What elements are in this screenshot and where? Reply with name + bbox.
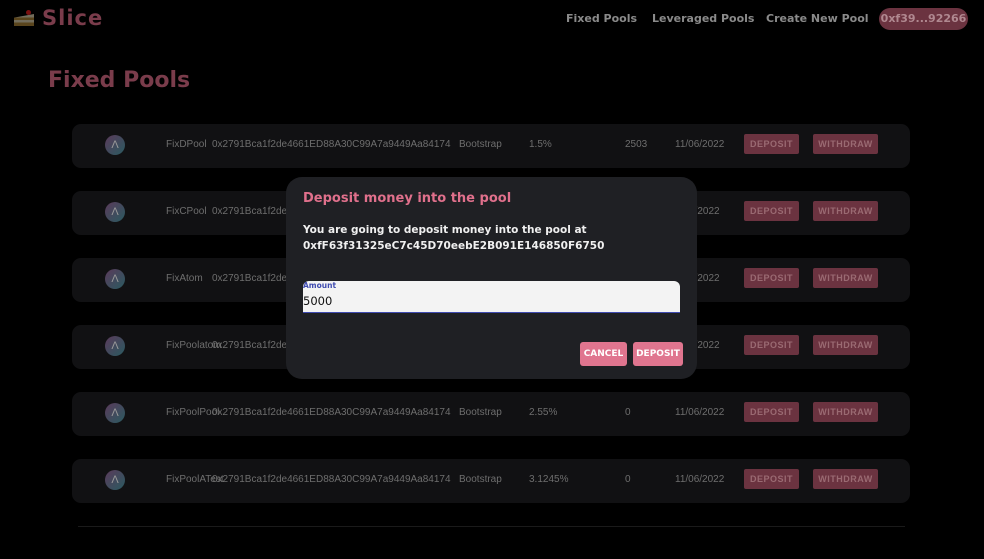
nav-create-new-pool[interactable]: Create New Pool (766, 12, 869, 25)
pool-name: FixCPool (166, 206, 207, 217)
nav-leveraged-pools[interactable]: Leveraged Pools (652, 12, 754, 25)
wallet-button[interactable]: 0xf39...92266 (879, 8, 968, 30)
page-title: Fixed Pools (48, 68, 191, 93)
deposit-button[interactable]: DEPOSIT (744, 201, 799, 221)
pool-rate: 3.1245% (529, 474, 569, 485)
pool-address: 0x2791Bca1f2de (212, 206, 288, 217)
withdraw-button[interactable]: WITHDRAW (813, 134, 878, 154)
brand-name: Slice (42, 6, 104, 30)
pool-token-icon: Λ (105, 403, 125, 423)
amount-field[interactable]: Amount (303, 281, 680, 313)
pool-token-icon: Λ (105, 202, 125, 222)
dialog-text: You are going to deposit money into the … (303, 222, 604, 254)
pool-count: 0 (625, 407, 631, 418)
pool-row: Λ FixPoolATest 0x2791Bca1f2de4661ED88A30C9… (72, 459, 910, 503)
pool-count: 0 (625, 474, 631, 485)
dialog-message: You are going to deposit money into the … (303, 224, 587, 236)
pool-address: 0xfF63f31325eC7c45D70eebE2B091E146850F67… (303, 240, 605, 252)
cancel-button[interactable]: CANCEL (580, 342, 627, 366)
pool-type: Bootstrap (459, 407, 502, 418)
deposit-dialog: Deposit money into the pool You are goin… (286, 177, 697, 379)
pool-address: 0x2791Bca1f2de4661ED88A30C99A7a9449Aa841… (212, 139, 451, 150)
pool-address: 0x2791Bca1f2de4661ED88A30C99A7a9449Aa841… (212, 474, 451, 485)
pool-token-icon: Λ (105, 336, 125, 356)
pool-type: Bootstrap (459, 139, 502, 150)
nav-fixed-pools[interactable]: Fixed Pools (566, 12, 637, 25)
pool-token-icon: Λ (105, 135, 125, 155)
pool-rate: 1.5% (529, 139, 552, 150)
cake-icon (14, 10, 34, 26)
pool-name: FixDPool (166, 139, 207, 150)
pool-row: Λ FixDPool 0x2791Bca1f2de4661ED88A30C99A7a… (72, 124, 910, 168)
deposit-button[interactable]: DEPOSIT (744, 335, 799, 355)
pool-count: 2503 (625, 139, 648, 150)
pool-address: 0x2791Bca1f2de (212, 273, 288, 284)
navbar: Slice Fixed Pools Leveraged Pools Create… (0, 0, 984, 38)
pool-rate: 2.55% (529, 407, 558, 418)
confirm-deposit-button[interactable]: DEPOSIT (633, 342, 683, 366)
withdraw-button[interactable]: WITHDRAW (813, 201, 878, 221)
logo[interactable]: Slice (14, 6, 103, 30)
dialog-title: Deposit money into the pool (303, 191, 512, 206)
withdraw-button[interactable]: WITHDRAW (813, 402, 878, 422)
withdraw-button[interactable]: WITHDRAW (813, 335, 878, 355)
pool-token-icon: Λ (105, 269, 125, 289)
pool-type: Bootstrap (459, 474, 502, 485)
pool-token-icon: Λ (105, 470, 125, 490)
pool-date: 11/06/2022 (675, 407, 725, 418)
pool-name: FixAtom (166, 273, 203, 284)
pool-address: 0x2791Bca1f2de (212, 340, 288, 351)
deposit-button[interactable]: DEPOSIT (744, 134, 799, 154)
deposit-button[interactable]: DEPOSIT (744, 469, 799, 489)
divider (78, 526, 905, 527)
pool-date: 11/06/2022 (675, 474, 725, 485)
withdraw-button[interactable]: WITHDRAW (813, 469, 878, 489)
amount-label: Amount (303, 281, 337, 290)
deposit-button[interactable]: DEPOSIT (744, 402, 799, 422)
amount-input[interactable] (303, 294, 663, 308)
withdraw-button[interactable]: WITHDRAW (813, 268, 878, 288)
pool-address: 0x2791Bca1f2de4661ED88A30C99A7a9449Aa841… (212, 407, 451, 418)
pool-row: Λ FixPoolPool 0x2791Bca1f2de4661ED88A30C99… (72, 392, 910, 436)
pool-date: 11/06/2022 (675, 139, 725, 150)
deposit-button[interactable]: DEPOSIT (744, 268, 799, 288)
